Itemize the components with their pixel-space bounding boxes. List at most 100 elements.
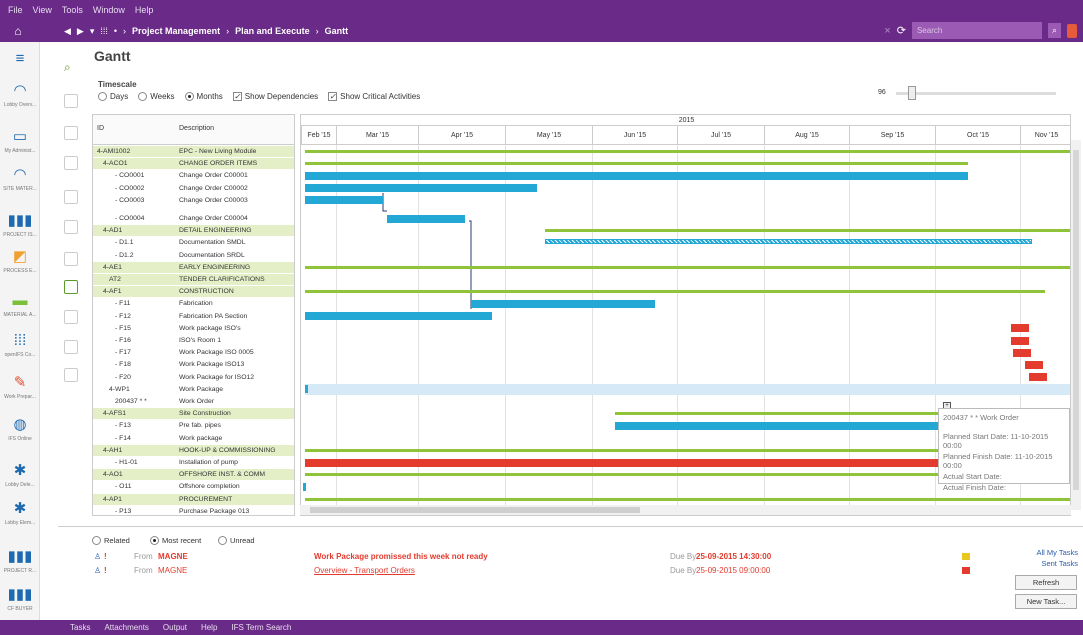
table-row[interactable]: - D1.1 Documentation SMDL: [93, 237, 294, 248]
scroll-thumb[interactable]: [1073, 150, 1079, 490]
form-icon[interactable]: [64, 368, 78, 382]
home-icon[interactable]: ⌂: [0, 24, 36, 38]
breadcrumb-project-management[interactable]: Project Management: [132, 26, 220, 36]
task-row[interactable]: ♙ ! From MAGNE Overview - Transport Orde…: [92, 564, 1022, 578]
gantt-bar[interactable]: [545, 238, 1032, 244]
sidebar-item-lobby-elem[interactable]: ✱ Lobby Elem...: [0, 500, 40, 526]
sent-tasks-link[interactable]: Sent Tasks: [1012, 559, 1078, 568]
table-row[interactable]: - O11 Offshore completion: [93, 481, 294, 492]
sidebar-item-my-admin[interactable]: ▭ My Administ...: [0, 128, 40, 154]
sidebar-item-work-prepar[interactable]: ✎ Work Prepar...: [0, 374, 40, 400]
table-row[interactable]: - F13 Pre fab. pipes: [93, 420, 294, 431]
table-row[interactable]: - CO0002 Change Order C00002: [93, 183, 294, 194]
filter-related[interactable]: Related: [92, 536, 130, 545]
table-row[interactable]: - H1-01 Installation of pump: [93, 457, 294, 468]
radio-weeks[interactable]: Weeks: [138, 92, 175, 101]
grid-icon[interactable]: [64, 310, 78, 324]
page-icon[interactable]: [64, 280, 78, 294]
sidebar-item-project-is[interactable]: ▮▮▮ PROJECT IS...: [0, 212, 40, 238]
table-row[interactable]: - F17 Work Package ISO 0005: [93, 347, 294, 358]
bottom-output[interactable]: Output: [163, 623, 187, 632]
sidebar-item-cf-buyer[interactable]: ▮▮▮ CF BUYER: [0, 586, 40, 612]
gantt-bar[interactable]: [471, 299, 655, 308]
table-row[interactable]: AT2 TENDER CLARIFICATIONS: [93, 274, 294, 285]
gantt-bar[interactable]: [1011, 336, 1029, 345]
gantt-bar[interactable]: [305, 312, 492, 321]
document-icon[interactable]: [64, 190, 78, 204]
table-row[interactable]: 4-AO1 OFFSHORE INST. & COMM: [93, 469, 294, 481]
gantt-bar[interactable]: [1013, 348, 1031, 357]
table-row[interactable]: - F12 Fabrication PA Section: [93, 311, 294, 322]
copy-icon[interactable]: [64, 156, 78, 170]
table-row[interactable]: 4-AF1 CONSTRUCTION: [93, 286, 294, 298]
dropdown-icon[interactable]: ▾: [90, 26, 95, 37]
scroll-thumb[interactable]: [310, 507, 640, 513]
list-icon[interactable]: [64, 220, 78, 234]
refresh-button[interactable]: Refresh: [1015, 575, 1077, 590]
gantt-bar[interactable]: [1011, 324, 1029, 333]
sidebar-item-project-r[interactable]: ▮▮▮ PROJECT R...: [0, 548, 40, 574]
table-row[interactable]: 4-AMI1002 EPC - New Living Module: [93, 146, 294, 157]
gantt-bar[interactable]: [545, 229, 1070, 233]
sidebar-item-lobby-overview[interactable]: ◠ Lobby Overv...: [0, 82, 40, 108]
gantt-bar[interactable]: [305, 196, 383, 205]
chart-vertical-scrollbar[interactable]: [1071, 140, 1081, 510]
table-row[interactable]: - F20 Work Package for ISO12: [93, 372, 294, 383]
zoom-slider-thumb[interactable]: [908, 86, 916, 100]
gantt-bar[interactable]: [305, 497, 1070, 501]
table-row[interactable]: 4-AE1 EARLY ENGINEERING: [93, 261, 294, 273]
menu-file[interactable]: File: [8, 5, 23, 15]
task-subject[interactable]: Work Package promissed this week not rea…: [314, 550, 488, 564]
gantt-bar[interactable]: [615, 421, 945, 430]
table-row[interactable]: - CO0004 Change Order C00004: [93, 213, 294, 224]
table-row[interactable]: - F18 Work Package ISO13: [93, 359, 294, 370]
search-input[interactable]: Search: [911, 22, 1042, 39]
menu-view[interactable]: View: [33, 5, 52, 15]
breadcrumb-gantt[interactable]: Gantt: [325, 26, 349, 36]
sidebar-item-ifs-online[interactable]: ◍ IFS Online: [0, 416, 40, 442]
task-row[interactable]: ♙ ! From MAGNE Work Package promissed th…: [92, 550, 1022, 564]
table-row[interactable]: - F15 Work package ISO's: [93, 323, 294, 334]
radio-months[interactable]: Months: [184, 92, 223, 101]
table-row[interactable]: - F16 ISO's Room 1: [93, 335, 294, 346]
detail-icon[interactable]: [64, 340, 78, 354]
sidebar-item-openifs[interactable]: ⁞⁞⁞ openIFS Co...: [0, 332, 40, 358]
radio-days[interactable]: Days: [98, 92, 128, 101]
gantt-bar[interactable]: [305, 383, 1070, 395]
gantt-bar[interactable]: [305, 171, 968, 180]
checkbox-show-critical[interactable]: ✓ Show Critical Activities: [328, 92, 420, 101]
search-icon[interactable]: ⌕: [1047, 23, 1061, 38]
gantt-bar[interactable]: [1029, 373, 1047, 382]
flag-icon[interactable]: [962, 567, 970, 574]
forward-icon[interactable]: ▶: [77, 26, 84, 37]
bottom-term-search[interactable]: IFS Term Search: [231, 623, 291, 632]
add-icon[interactable]: [64, 126, 78, 140]
table-row[interactable]: - D1.2 Documentation SRDL: [93, 250, 294, 261]
breadcrumb-plan-execute[interactable]: Plan and Execute: [235, 26, 310, 36]
gantt-bar[interactable]: [303, 482, 306, 491]
grid-menu-icon[interactable]: ⁞⁞⁞: [100, 26, 108, 36]
table-row[interactable]: - F11 Fabrication: [93, 298, 294, 309]
table-row[interactable]: 4-AFS1 Site Construction: [93, 408, 294, 420]
bottom-help[interactable]: Help: [201, 623, 217, 632]
table-row[interactable]: - F14 Work package: [93, 433, 294, 444]
chart-horizontal-scrollbar[interactable]: [300, 505, 1071, 515]
gantt-bar[interactable]: [305, 265, 1070, 269]
filter-unread[interactable]: Unread: [218, 536, 255, 545]
table-row[interactable]: 4-AH1 HOOK-UP & COMMISSIONING: [93, 444, 294, 456]
task-subject[interactable]: Overview - Transport Orders: [314, 564, 415, 578]
bottom-attachments[interactable]: Attachments: [104, 623, 148, 632]
zoom-slider[interactable]: [896, 86, 1056, 100]
gantt-bar[interactable]: [1025, 360, 1043, 369]
table-row[interactable]: 4-AP1 PROCUREMENT: [93, 493, 294, 505]
gantt-bar[interactable]: [305, 385, 308, 394]
filter-most-recent[interactable]: Most recent: [150, 536, 201, 545]
sidebar-item-lobby-dele[interactable]: ✱ Lobby Dele...: [0, 462, 40, 488]
column-header-description[interactable]: Description: [179, 125, 214, 132]
gantt-bar[interactable]: [305, 150, 1070, 153]
table-row[interactable]: 4-WP1 Work Package: [93, 384, 294, 395]
sidebar-item-material-a[interactable]: ▬ MATERIAL A...: [0, 292, 40, 318]
back-icon[interactable]: ◀: [64, 26, 71, 37]
sidebar-item-process-e[interactable]: ◩ PROCESS E...: [0, 248, 40, 274]
flag-icon[interactable]: [962, 553, 970, 560]
